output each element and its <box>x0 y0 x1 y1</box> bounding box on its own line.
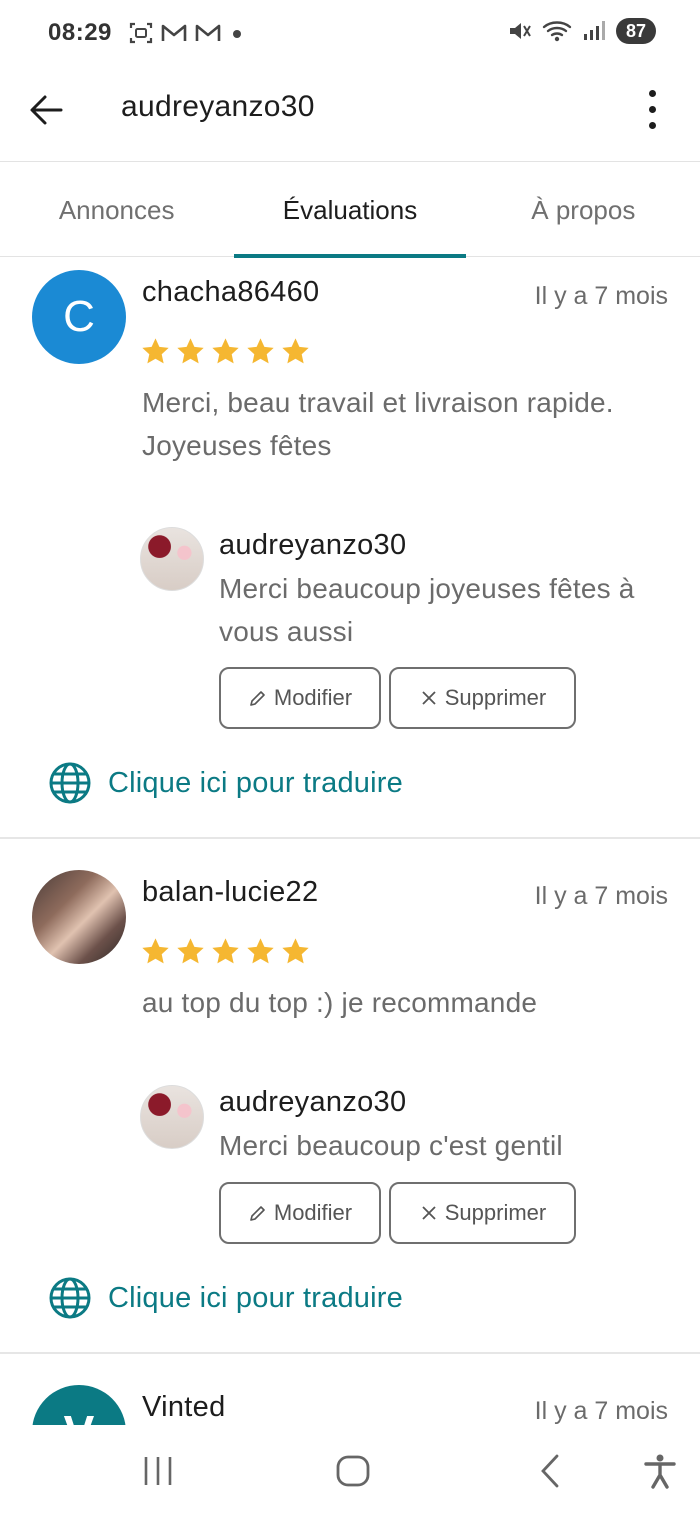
system-nav-bar <box>0 1425 700 1517</box>
reply-avatar[interactable] <box>140 527 204 591</box>
system-back-button[interactable] <box>533 1453 569 1489</box>
star-icon <box>177 338 204 364</box>
globe-icon <box>49 1277 91 1319</box>
star-icon <box>212 338 239 364</box>
back-icon <box>541 1454 559 1488</box>
back-button[interactable] <box>24 88 68 132</box>
dot-icon <box>233 30 241 38</box>
edit-reply-button[interactable]: Modifier <box>219 1182 381 1244</box>
mute-icon <box>509 23 531 39</box>
star-icon <box>247 938 274 964</box>
gmail-icon <box>195 24 221 41</box>
pencil-icon <box>250 691 265 706</box>
tab-a-propos[interactable]: À propos <box>467 163 700 257</box>
star-icon <box>142 338 169 364</box>
status-bar: 08:29 87 <box>0 0 700 70</box>
battery-badge: 87 <box>615 18 656 44</box>
screenshot-icon <box>129 22 153 44</box>
review-date: Il y a 7 mois <box>534 882 668 910</box>
review-text: au top du top :) je recommande <box>142 987 538 1018</box>
recent-apps-icon <box>144 1457 172 1485</box>
globe-icon <box>49 762 91 804</box>
more-vert-icon <box>648 89 656 97</box>
review-date: Il y a 7 mois <box>534 1397 668 1425</box>
reply-author: audreyanzo30 <box>219 1086 407 1118</box>
divider <box>0 1352 700 1354</box>
star-icon <box>282 338 309 364</box>
translate-link[interactable]: Clique ici pour traduire <box>48 761 403 805</box>
star-rating <box>140 336 311 367</box>
home-icon <box>336 1455 370 1487</box>
status-time: 08:29 <box>48 19 112 46</box>
reply-avatar[interactable] <box>140 1085 204 1149</box>
edit-label: Modifier <box>273 685 353 710</box>
divider <box>0 837 700 839</box>
reviewer-name[interactable]: Vinted <box>142 1391 226 1424</box>
reviewer-name[interactable]: balan-lucie22 <box>142 876 318 909</box>
delete-label: Supprimer <box>444 1200 547 1225</box>
star-icon <box>177 938 204 964</box>
star-rating <box>140 936 311 967</box>
pencil-icon <box>250 1206 265 1221</box>
avatar[interactable]: C <box>32 270 126 364</box>
reviewer-name[interactable]: chacha86460 <box>142 276 319 309</box>
delete-reply-button[interactable]: Supprimer <box>389 667 576 729</box>
gmail-icon <box>161 24 187 41</box>
profile-tabs: Annonces Évaluations À propos <box>0 163 700 258</box>
notification-icons <box>128 20 246 46</box>
accessibility-icon <box>644 1454 676 1489</box>
app-header: audreyanzo30 <box>0 70 700 162</box>
translate-label: Clique ici pour traduire <box>108 1281 403 1314</box>
system-icons: 87 <box>506 18 656 44</box>
star-icon <box>142 938 169 964</box>
arrow-left-icon <box>30 95 63 125</box>
star-icon <box>282 938 309 964</box>
accessibility-button[interactable] <box>642 1453 678 1489</box>
signal-icon <box>583 21 605 40</box>
more-options-button[interactable] <box>634 84 670 134</box>
star-icon <box>212 938 239 964</box>
edit-label: Modifier <box>273 1200 353 1225</box>
home-button[interactable] <box>335 1453 371 1489</box>
close-icon <box>422 1206 436 1220</box>
reply-author: audreyanzo30 <box>219 529 407 561</box>
tab-evaluations[interactable]: Évaluations <box>233 163 466 258</box>
delete-label: Supprimer <box>444 685 547 710</box>
reply-text: Merci beaucoup joyeuses fêtes à vous aus… <box>219 573 635 647</box>
recent-apps-button[interactable] <box>140 1453 176 1489</box>
review-date: Il y a 7 mois <box>534 282 668 310</box>
avatar[interactable] <box>32 870 126 964</box>
star-icon <box>247 338 274 364</box>
wifi-icon <box>542 21 572 42</box>
tab-annonces[interactable]: Annonces <box>0 163 233 257</box>
translate-link[interactable]: Clique ici pour traduire <box>48 1276 403 1320</box>
edit-reply-button[interactable]: Modifier <box>219 667 381 729</box>
delete-reply-button[interactable]: Supprimer <box>389 1182 576 1244</box>
review-text: Merci, beau travail et livraison rapide.… <box>142 387 614 461</box>
page-title: audreyanzo30 <box>121 90 315 123</box>
translate-label: Clique ici pour traduire <box>108 766 403 799</box>
close-icon <box>422 691 436 705</box>
reply-text: Merci beaucoup c'est gentil <box>219 1130 563 1161</box>
